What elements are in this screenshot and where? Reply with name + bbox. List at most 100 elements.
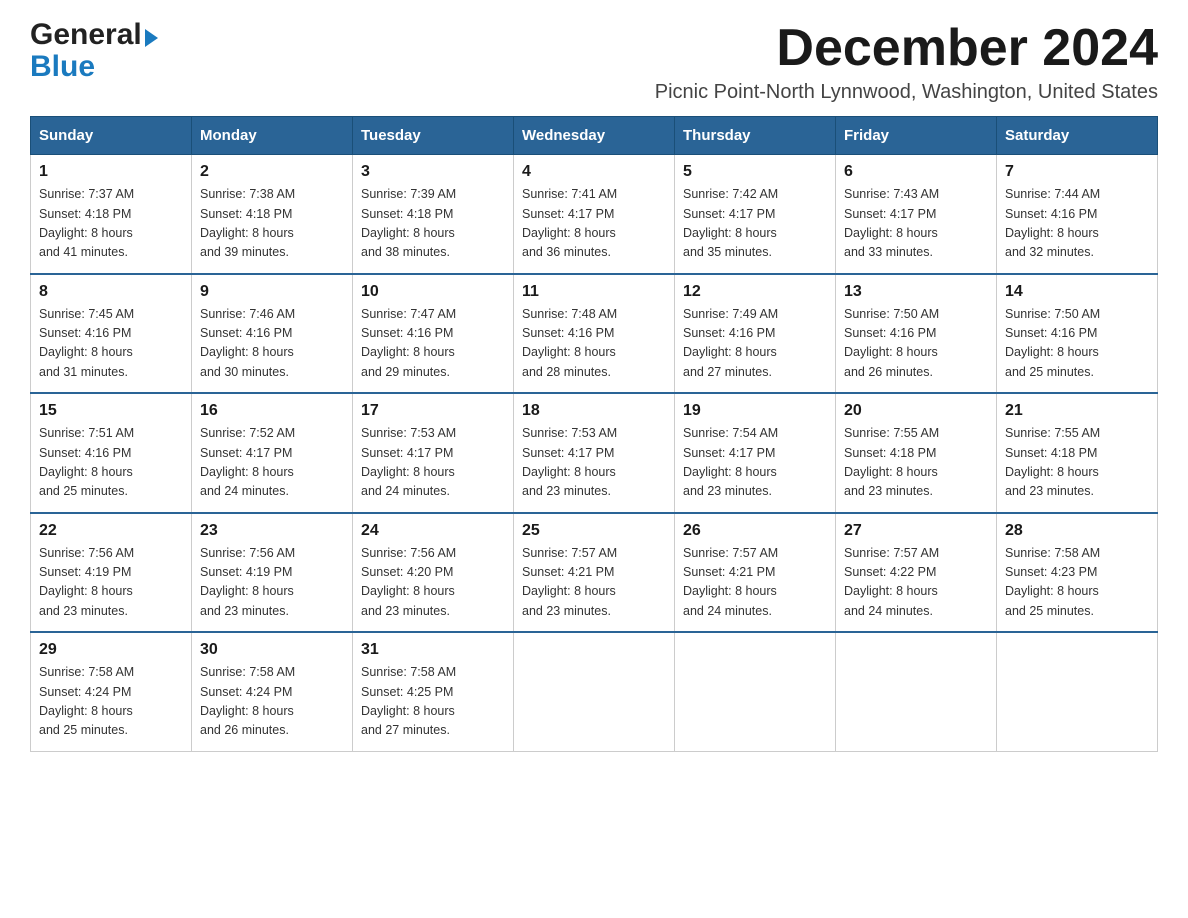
day-number: 12: [683, 283, 827, 301]
calendar-cell: 1 Sunrise: 7:37 AM Sunset: 4:18 PM Dayli…: [31, 155, 192, 274]
calendar-cell: 29 Sunrise: 7:58 AM Sunset: 4:24 PM Dayl…: [31, 632, 192, 751]
day-number: 20: [844, 402, 988, 420]
calendar-cell: 20 Sunrise: 7:55 AM Sunset: 4:18 PM Dayl…: [836, 393, 997, 513]
day-number: 28: [1005, 522, 1149, 540]
calendar-cell: 28 Sunrise: 7:58 AM Sunset: 4:23 PM Dayl…: [997, 513, 1158, 633]
day-info: Sunrise: 7:51 AM Sunset: 4:16 PM Dayligh…: [39, 424, 183, 502]
day-number: 2: [200, 163, 344, 181]
calendar-week-row-3: 15 Sunrise: 7:51 AM Sunset: 4:16 PM Dayl…: [31, 393, 1158, 513]
day-number: 26: [683, 522, 827, 540]
day-info: Sunrise: 7:47 AM Sunset: 4:16 PM Dayligh…: [361, 305, 505, 383]
calendar-cell: 2 Sunrise: 7:38 AM Sunset: 4:18 PM Dayli…: [192, 155, 353, 274]
day-number: 18: [522, 402, 666, 420]
calendar-cell: 9 Sunrise: 7:46 AM Sunset: 4:16 PM Dayli…: [192, 274, 353, 394]
day-number: 16: [200, 402, 344, 420]
calendar-cell: 23 Sunrise: 7:56 AM Sunset: 4:19 PM Dayl…: [192, 513, 353, 633]
header-monday: Monday: [192, 117, 353, 155]
day-info: Sunrise: 7:41 AM Sunset: 4:17 PM Dayligh…: [522, 185, 666, 263]
day-info: Sunrise: 7:48 AM Sunset: 4:16 PM Dayligh…: [522, 305, 666, 383]
day-info: Sunrise: 7:58 AM Sunset: 4:24 PM Dayligh…: [200, 663, 344, 741]
calendar-cell: 11 Sunrise: 7:48 AM Sunset: 4:16 PM Dayl…: [514, 274, 675, 394]
day-number: 11: [522, 283, 666, 301]
day-info: Sunrise: 7:42 AM Sunset: 4:17 PM Dayligh…: [683, 185, 827, 263]
calendar-week-row-2: 8 Sunrise: 7:45 AM Sunset: 4:16 PM Dayli…: [31, 274, 1158, 394]
day-number: 7: [1005, 163, 1149, 181]
page-header: General Blue December 2024 Picnic Point-…: [30, 20, 1158, 104]
header-friday: Friday: [836, 117, 997, 155]
logo-general: General: [30, 18, 142, 51]
calendar-cell: 18 Sunrise: 7:53 AM Sunset: 4:17 PM Dayl…: [514, 393, 675, 513]
calendar-cell: 26 Sunrise: 7:57 AM Sunset: 4:21 PM Dayl…: [675, 513, 836, 633]
calendar-cell: 22 Sunrise: 7:56 AM Sunset: 4:19 PM Dayl…: [31, 513, 192, 633]
day-info: Sunrise: 7:55 AM Sunset: 4:18 PM Dayligh…: [844, 424, 988, 502]
calendar-cell: 12 Sunrise: 7:49 AM Sunset: 4:16 PM Dayl…: [675, 274, 836, 394]
day-info: Sunrise: 7:57 AM Sunset: 4:21 PM Dayligh…: [522, 544, 666, 622]
calendar-table: Sunday Monday Tuesday Wednesday Thursday…: [30, 116, 1158, 752]
calendar-cell: [675, 632, 836, 751]
header-sunday: Sunday: [31, 117, 192, 155]
day-info: Sunrise: 7:44 AM Sunset: 4:16 PM Dayligh…: [1005, 185, 1149, 263]
day-number: 9: [200, 283, 344, 301]
calendar-cell: [997, 632, 1158, 751]
calendar-week-row-4: 22 Sunrise: 7:56 AM Sunset: 4:19 PM Dayl…: [31, 513, 1158, 633]
day-info: Sunrise: 7:56 AM Sunset: 4:19 PM Dayligh…: [39, 544, 183, 622]
day-number: 29: [39, 641, 183, 659]
day-info: Sunrise: 7:58 AM Sunset: 4:25 PM Dayligh…: [361, 663, 505, 741]
logo: General Blue: [30, 20, 158, 84]
day-info: Sunrise: 7:50 AM Sunset: 4:16 PM Dayligh…: [1005, 305, 1149, 383]
day-info: Sunrise: 7:56 AM Sunset: 4:20 PM Dayligh…: [361, 544, 505, 622]
header-tuesday: Tuesday: [353, 117, 514, 155]
calendar-cell: 15 Sunrise: 7:51 AM Sunset: 4:16 PM Dayl…: [31, 393, 192, 513]
day-info: Sunrise: 7:43 AM Sunset: 4:17 PM Dayligh…: [844, 185, 988, 263]
day-number: 23: [200, 522, 344, 540]
day-info: Sunrise: 7:53 AM Sunset: 4:17 PM Dayligh…: [361, 424, 505, 502]
calendar-cell: 25 Sunrise: 7:57 AM Sunset: 4:21 PM Dayl…: [514, 513, 675, 633]
day-info: Sunrise: 7:57 AM Sunset: 4:22 PM Dayligh…: [844, 544, 988, 622]
calendar-week-row-5: 29 Sunrise: 7:58 AM Sunset: 4:24 PM Dayl…: [31, 632, 1158, 751]
calendar-cell: 6 Sunrise: 7:43 AM Sunset: 4:17 PM Dayli…: [836, 155, 997, 274]
location-subtitle: Picnic Point-North Lynnwood, Washington,…: [655, 81, 1158, 104]
calendar-cell: 7 Sunrise: 7:44 AM Sunset: 4:16 PM Dayli…: [997, 155, 1158, 274]
day-number: 15: [39, 402, 183, 420]
calendar-cell: 30 Sunrise: 7:58 AM Sunset: 4:24 PM Dayl…: [192, 632, 353, 751]
header-wednesday: Wednesday: [514, 117, 675, 155]
day-info: Sunrise: 7:54 AM Sunset: 4:17 PM Dayligh…: [683, 424, 827, 502]
day-info: Sunrise: 7:58 AM Sunset: 4:24 PM Dayligh…: [39, 663, 183, 741]
month-title: December 2024: [655, 20, 1158, 77]
calendar-cell: 31 Sunrise: 7:58 AM Sunset: 4:25 PM Dayl…: [353, 632, 514, 751]
day-number: 14: [1005, 283, 1149, 301]
day-number: 6: [844, 163, 988, 181]
header-thursday: Thursday: [675, 117, 836, 155]
day-info: Sunrise: 7:37 AM Sunset: 4:18 PM Dayligh…: [39, 185, 183, 263]
header-saturday: Saturday: [997, 117, 1158, 155]
day-info: Sunrise: 7:52 AM Sunset: 4:17 PM Dayligh…: [200, 424, 344, 502]
day-number: 21: [1005, 402, 1149, 420]
calendar-cell: 17 Sunrise: 7:53 AM Sunset: 4:17 PM Dayl…: [353, 393, 514, 513]
day-number: 17: [361, 402, 505, 420]
calendar-week-row-1: 1 Sunrise: 7:37 AM Sunset: 4:18 PM Dayli…: [31, 155, 1158, 274]
calendar-cell: 21 Sunrise: 7:55 AM Sunset: 4:18 PM Dayl…: [997, 393, 1158, 513]
day-number: 1: [39, 163, 183, 181]
calendar-cell: 19 Sunrise: 7:54 AM Sunset: 4:17 PM Dayl…: [675, 393, 836, 513]
day-info: Sunrise: 7:46 AM Sunset: 4:16 PM Dayligh…: [200, 305, 344, 383]
day-info: Sunrise: 7:50 AM Sunset: 4:16 PM Dayligh…: [844, 305, 988, 383]
calendar-cell: [836, 632, 997, 751]
weekday-header-row: Sunday Monday Tuesday Wednesday Thursday…: [31, 117, 1158, 155]
day-info: Sunrise: 7:55 AM Sunset: 4:18 PM Dayligh…: [1005, 424, 1149, 502]
calendar-cell: 27 Sunrise: 7:57 AM Sunset: 4:22 PM Dayl…: [836, 513, 997, 633]
day-number: 31: [361, 641, 505, 659]
title-section: December 2024 Picnic Point-North Lynnwoo…: [655, 20, 1158, 104]
day-info: Sunrise: 7:39 AM Sunset: 4:18 PM Dayligh…: [361, 185, 505, 263]
calendar-cell: 4 Sunrise: 7:41 AM Sunset: 4:17 PM Dayli…: [514, 155, 675, 274]
day-info: Sunrise: 7:58 AM Sunset: 4:23 PM Dayligh…: [1005, 544, 1149, 622]
day-number: 5: [683, 163, 827, 181]
day-number: 24: [361, 522, 505, 540]
calendar-cell: 16 Sunrise: 7:52 AM Sunset: 4:17 PM Dayl…: [192, 393, 353, 513]
day-number: 19: [683, 402, 827, 420]
day-info: Sunrise: 7:49 AM Sunset: 4:16 PM Dayligh…: [683, 305, 827, 383]
day-number: 22: [39, 522, 183, 540]
day-number: 3: [361, 163, 505, 181]
calendar-cell: 3 Sunrise: 7:39 AM Sunset: 4:18 PM Dayli…: [353, 155, 514, 274]
day-number: 27: [844, 522, 988, 540]
day-number: 10: [361, 283, 505, 301]
